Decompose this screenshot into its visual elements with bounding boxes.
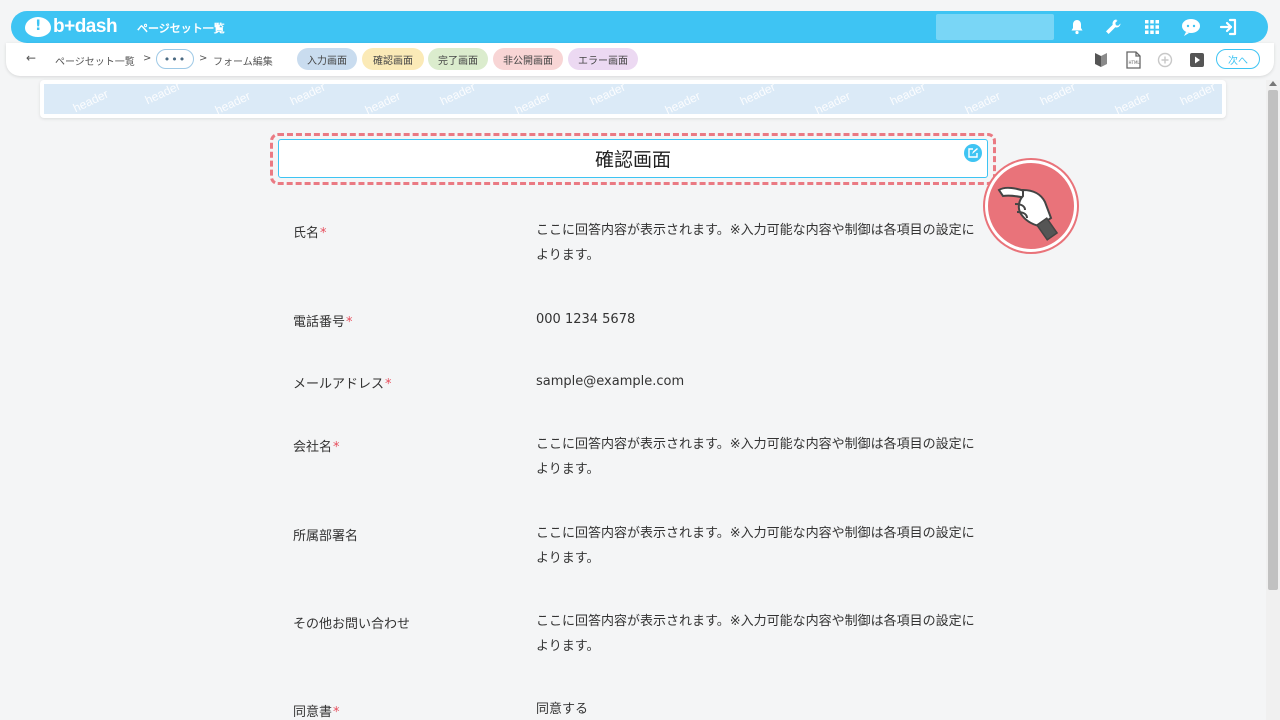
field-label-text: 電話番号 (293, 315, 346, 330)
field-value-company: ここに回答内容が表示されます。※入力可能な内容や制御は各項目の設定によります。 (536, 437, 975, 477)
header-watermark: header (1037, 84, 1078, 109)
required-mark: * (320, 226, 327, 241)
top-navbar: b+dash ページセット一覧 (11, 11, 1268, 43)
logout-icon[interactable] (1218, 16, 1240, 38)
next-button[interactable]: 次へ (1216, 49, 1260, 69)
breadcrumb-page-set-list[interactable]: ページセット一覧 (55, 53, 135, 68)
add-circle-icon[interactable] (1155, 50, 1175, 70)
field-value-department: ここに回答内容が表示されます。※入力可能な内容や制御は各項目の設定によります。 (536, 526, 975, 566)
header-watermark: header (512, 88, 553, 114)
tab-input-screen[interactable]: 入力画面 (297, 48, 357, 70)
header-watermark: header (737, 84, 778, 109)
svg-text:HTML: HTML (1128, 60, 1140, 65)
field-value-other-inquiry: ここに回答内容が表示されます。※入力可能な内容や制御は各項目の設定によります。 (536, 614, 975, 654)
page-title[interactable]: 確認画面 (278, 139, 988, 178)
field-label-text: 同意書 (293, 705, 333, 720)
back-arrow-icon[interactable]: ← (26, 51, 36, 65)
header-watermark: header (212, 88, 253, 114)
header-watermark: header (287, 84, 328, 109)
header-area[interactable]: header header header header header heade… (40, 80, 1226, 118)
header-watermark: header (662, 88, 703, 114)
field-label-text: その他お問い合わせ (293, 617, 411, 632)
required-mark: * (385, 377, 392, 392)
bell-icon[interactable] (1066, 16, 1088, 38)
breadcrumb-separator: > (199, 53, 208, 64)
user-info[interactable] (936, 14, 1054, 40)
logo-text: b+dash (53, 16, 118, 37)
required-mark: * (346, 315, 353, 330)
breadcrumb-more-button[interactable]: ••• (156, 49, 194, 69)
app-logo[interactable]: b+dash (25, 16, 118, 38)
header-watermark: header (142, 84, 183, 108)
scrollbar-thumb[interactable] (1268, 90, 1278, 590)
header-watermark: header (437, 84, 478, 109)
field-label-other-inquiry: その他お問い合わせ (293, 613, 410, 632)
header-watermark: header (1177, 84, 1218, 109)
scroll-up-arrow-icon[interactable] (1269, 81, 1277, 86)
header-placeholder: header header header header header heade… (44, 84, 1222, 114)
field-label-phone: 電話番号* (293, 311, 353, 330)
field-label-text: メールアドレス (293, 377, 385, 392)
field-label-text: 氏名 (293, 226, 320, 241)
field-label-text: 会社名 (293, 440, 333, 455)
logo-bubble-icon (25, 17, 51, 37)
header-watermark: header (70, 86, 111, 114)
support-chat-icon[interactable] (1180, 16, 1202, 38)
tab-private-screen[interactable]: 非公開画面 (493, 48, 563, 70)
beginner-mark-icon[interactable] (1091, 50, 1111, 70)
field-value-name: ここに回答内容が表示されます。※入力可能な内容や制御は各項目の設定によります。 (536, 223, 975, 263)
header-watermark: header (887, 84, 928, 109)
header-watermark: header (1112, 88, 1153, 114)
tab-complete-screen[interactable]: 完了画面 (428, 48, 488, 70)
pointing-hand-icon (985, 160, 1077, 252)
breadcrumb-separator: > (143, 53, 152, 64)
field-label-email: メールアドレス* (293, 373, 392, 392)
preview-play-icon[interactable] (1187, 50, 1207, 70)
field-label-name: 氏名* (293, 222, 327, 241)
field-label-consent: 同意書* (293, 701, 340, 720)
field-value-phone: 000 1234 5678 (536, 312, 636, 327)
grid-menu-icon[interactable] (1141, 16, 1163, 38)
required-mark: * (333, 440, 340, 455)
field-value-email: sample@example.com (536, 374, 685, 389)
header-watermark: header (962, 88, 1003, 114)
html-file-icon[interactable]: HTML (1123, 50, 1143, 70)
field-label-company: 会社名* (293, 436, 340, 455)
header-watermark: header (587, 84, 628, 109)
edit-icon[interactable] (964, 144, 982, 162)
page-set-list-link[interactable]: ページセット一覧 (137, 20, 225, 36)
editor-toolbar: ← ページセット一覧 > ••• > フォーム編集 入力画面 確認画面 完了画面… (6, 43, 1274, 76)
breadcrumb-form-edit: フォーム編集 (213, 57, 273, 68)
tab-confirm-screen[interactable]: 確認画面 (362, 48, 424, 70)
header-watermark: header (812, 88, 853, 114)
tab-error-screen[interactable]: エラー画面 (568, 48, 638, 70)
field-label-text: 所属部署名 (293, 529, 359, 544)
header-watermark: header (362, 88, 403, 114)
field-value-consent: 同意する (536, 702, 589, 717)
wrench-icon[interactable] (1102, 16, 1124, 38)
required-mark: * (333, 705, 340, 720)
field-label-department: 所属部署名 (293, 525, 358, 544)
